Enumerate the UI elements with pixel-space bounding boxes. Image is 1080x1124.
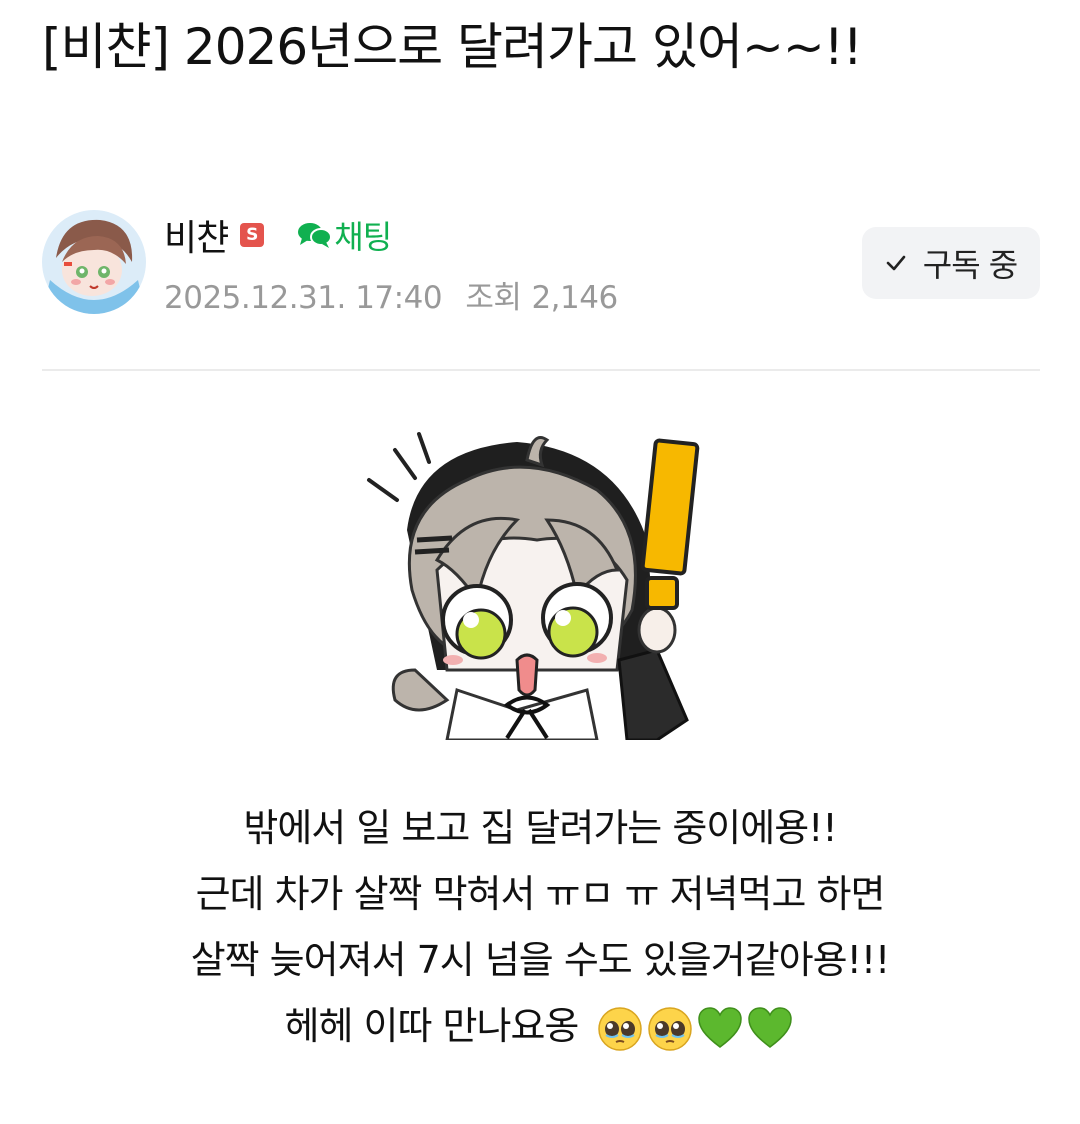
post-datetime: 2025.12.31. 17:40 — [164, 280, 443, 316]
chat-label: 채팅 — [334, 218, 392, 256]
check-icon — [886, 255, 906, 271]
chat-button[interactable]: 채팅 — [296, 212, 392, 258]
emoji-group — [595, 1005, 795, 1053]
pleading-face-icon — [598, 1006, 643, 1051]
views-count: 2,146 — [531, 280, 618, 316]
body-line: 살짝 늦어져서 7시 넘을 수도 있을거같아용!!! — [190, 938, 891, 982]
chat-bubbles-icon — [298, 223, 333, 248]
subscribe-label: 구독 중 — [922, 246, 1018, 284]
surprised-character-sticker — [367, 432, 700, 742]
green-heart-icon — [748, 1006, 793, 1048]
author-avatar[interactable] — [42, 210, 146, 314]
post-sticker-image — [357, 420, 722, 742]
avatar-image — [42, 210, 146, 314]
body-line-with-emojis: 헤헤 이따 만나요옹 — [0, 993, 1080, 1059]
body-line: 밖에서 일 보고 집 달려가는 중이에용!! — [243, 806, 837, 850]
author-row: 비챤 S 채팅 — [164, 209, 392, 261]
body-line: 근데 차가 살짝 막혀서 ㅠㅁ ㅠ 저녁먹고 하면 — [195, 872, 886, 916]
views-label: 조회 — [465, 280, 522, 316]
green-heart-icon — [698, 1006, 743, 1048]
author-name[interactable]: 비챤 — [164, 209, 229, 261]
subscribe-button[interactable]: 구독 중 — [862, 227, 1040, 299]
post-meta: 2025.12.31. 17:40 조회 2,146 — [164, 272, 632, 317]
streamer-badge: S — [240, 223, 265, 247]
body-line: 헤헤 이따 만나요옹 — [284, 1004, 580, 1048]
post-title: [비챤] 2026년으로 달려가고 있어~~!! — [42, 18, 863, 76]
pleading-face-icon — [648, 1006, 693, 1051]
post-body: 밖에서 일 보고 집 달려가는 중이에용!! 근데 차가 살짝 막혀서 ㅠㅁ ㅠ… — [0, 795, 1080, 1059]
header-divider — [42, 369, 1040, 371]
